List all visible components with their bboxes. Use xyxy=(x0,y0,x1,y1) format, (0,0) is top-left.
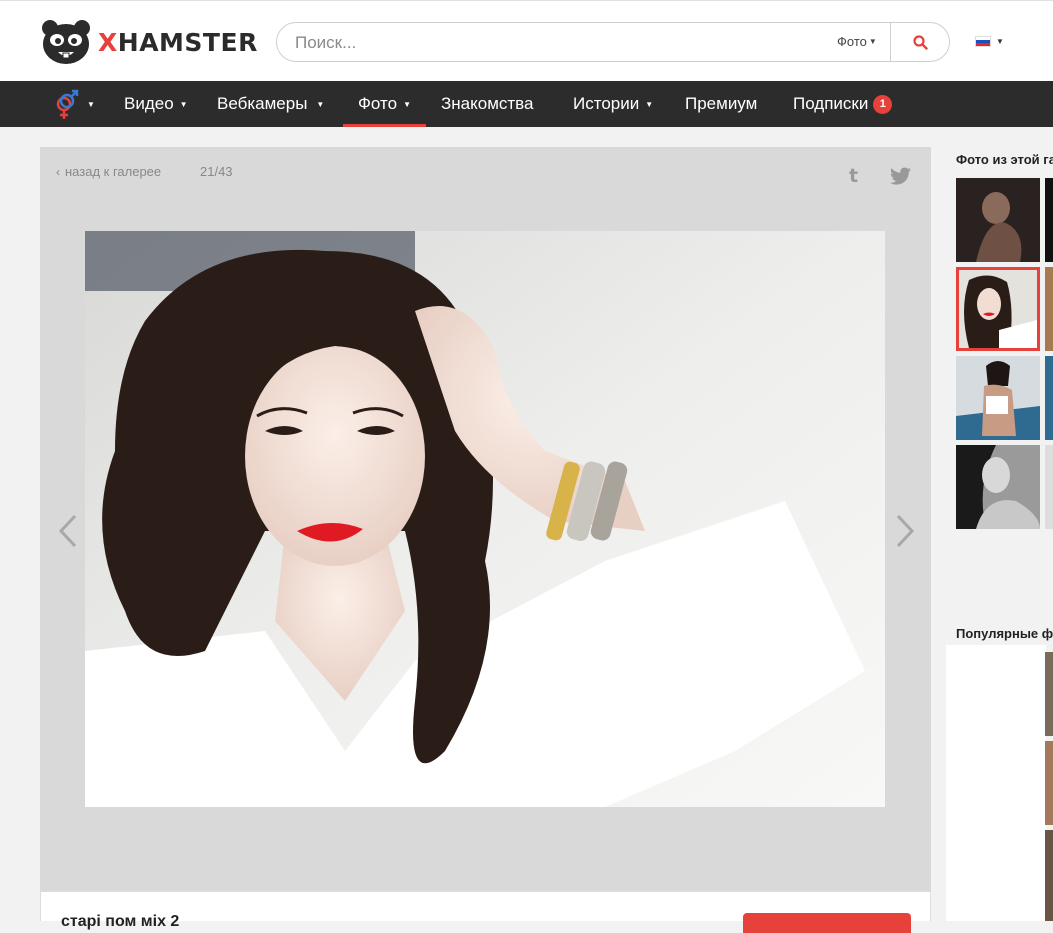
notification-badge: 1 xyxy=(873,94,893,114)
back-to-gallery-link[interactable]: ‹ назад к галерее xyxy=(56,164,161,179)
caret-down-icon: ▼ xyxy=(179,99,188,109)
sidebar-popular-heading: Популярные ф xyxy=(956,626,1053,641)
caret-down-icon: ▼ xyxy=(996,37,1004,46)
orientation-selector[interactable]: ▼ xyxy=(53,81,95,127)
popular-thumbnail[interactable] xyxy=(1045,652,1053,736)
popular-thumbnail[interactable] xyxy=(1045,830,1053,921)
gallery-thumbnail[interactable] xyxy=(956,178,1040,262)
popular-thumbnail[interactable] xyxy=(1045,741,1053,825)
next-photo-button[interactable] xyxy=(894,514,916,553)
gallery-thumbnail[interactable] xyxy=(956,445,1040,529)
caret-down-icon: ▼ xyxy=(645,99,654,109)
previous-photo-button[interactable] xyxy=(57,514,79,553)
hamster-logo-icon xyxy=(42,20,90,64)
caret-down-icon: ▼ xyxy=(868,37,877,46)
site-header: XHAMSTER Фото▼ ▼ xyxy=(0,0,1053,81)
search-button[interactable] xyxy=(890,23,949,61)
gallery-thumbnail[interactable] xyxy=(1045,356,1053,440)
nav-item-dating[interactable]: Знакомства xyxy=(441,81,533,127)
search-input[interactable] xyxy=(295,31,815,55)
site-logo[interactable]: XHAMSTER xyxy=(40,18,258,66)
nav-item-photo[interactable]: Фото ▼ xyxy=(343,81,426,127)
logo-wordmark: XHAMSTER xyxy=(98,27,258,57)
photo-counter: 21/43 xyxy=(200,164,233,179)
twitter-share-icon[interactable] xyxy=(890,167,912,190)
chevron-right-icon xyxy=(896,514,915,548)
action-button[interactable] xyxy=(743,913,911,933)
main-photo[interactable] xyxy=(85,231,885,807)
search-icon xyxy=(912,34,928,50)
nav-item-video[interactable]: Видео ▼ xyxy=(124,81,188,127)
main-navigation: ▼ Видео ▼ Вебкамеры ▼ Фото ▼ Знакомства Ист… xyxy=(0,81,1053,127)
portrait-image xyxy=(85,231,885,807)
nav-item-subscriptions[interactable]: Подписки 1 xyxy=(793,81,893,127)
chevron-left-icon xyxy=(58,514,77,548)
chevron-left-icon: ‹ xyxy=(56,165,60,179)
gallery-thumbnail[interactable] xyxy=(1045,445,1053,529)
nav-item-premium[interactable]: Премиум xyxy=(685,81,757,127)
gallery-thumbnail[interactable] xyxy=(1045,178,1053,262)
tumblr-share-icon[interactable]: t xyxy=(849,165,858,187)
search-bar: Фото▼ xyxy=(276,22,950,62)
search-category-select[interactable]: Фото ▼ xyxy=(837,34,877,49)
nav-item-webcams[interactable]: Вебкамеры ▼ xyxy=(217,81,324,127)
nav-item-stories[interactable]: Истории ▼ xyxy=(573,81,653,127)
gallery-thumbnail-current[interactable] xyxy=(956,267,1040,351)
caret-down-icon: ▼ xyxy=(403,99,411,109)
gallery-title: старі пом міх 2 xyxy=(61,913,180,930)
photo-viewer: ‹ назад к галерее 21/43 t xyxy=(40,147,931,891)
sidebar-gallery-heading: Фото из этой га xyxy=(956,152,1053,167)
gender-icon xyxy=(56,89,79,119)
language-selector[interactable]: ▼ xyxy=(975,36,1004,47)
gallery-thumbnail[interactable] xyxy=(956,356,1040,440)
gallery-thumbnail[interactable] xyxy=(1045,267,1053,351)
popular-photo-placeholder xyxy=(946,645,1046,921)
russian-flag-icon xyxy=(975,36,991,47)
caret-down-icon: ▼ xyxy=(87,99,95,109)
gallery-info-bar: старі пом міх 2 xyxy=(40,891,931,933)
caret-down-icon: ▼ xyxy=(316,99,325,109)
